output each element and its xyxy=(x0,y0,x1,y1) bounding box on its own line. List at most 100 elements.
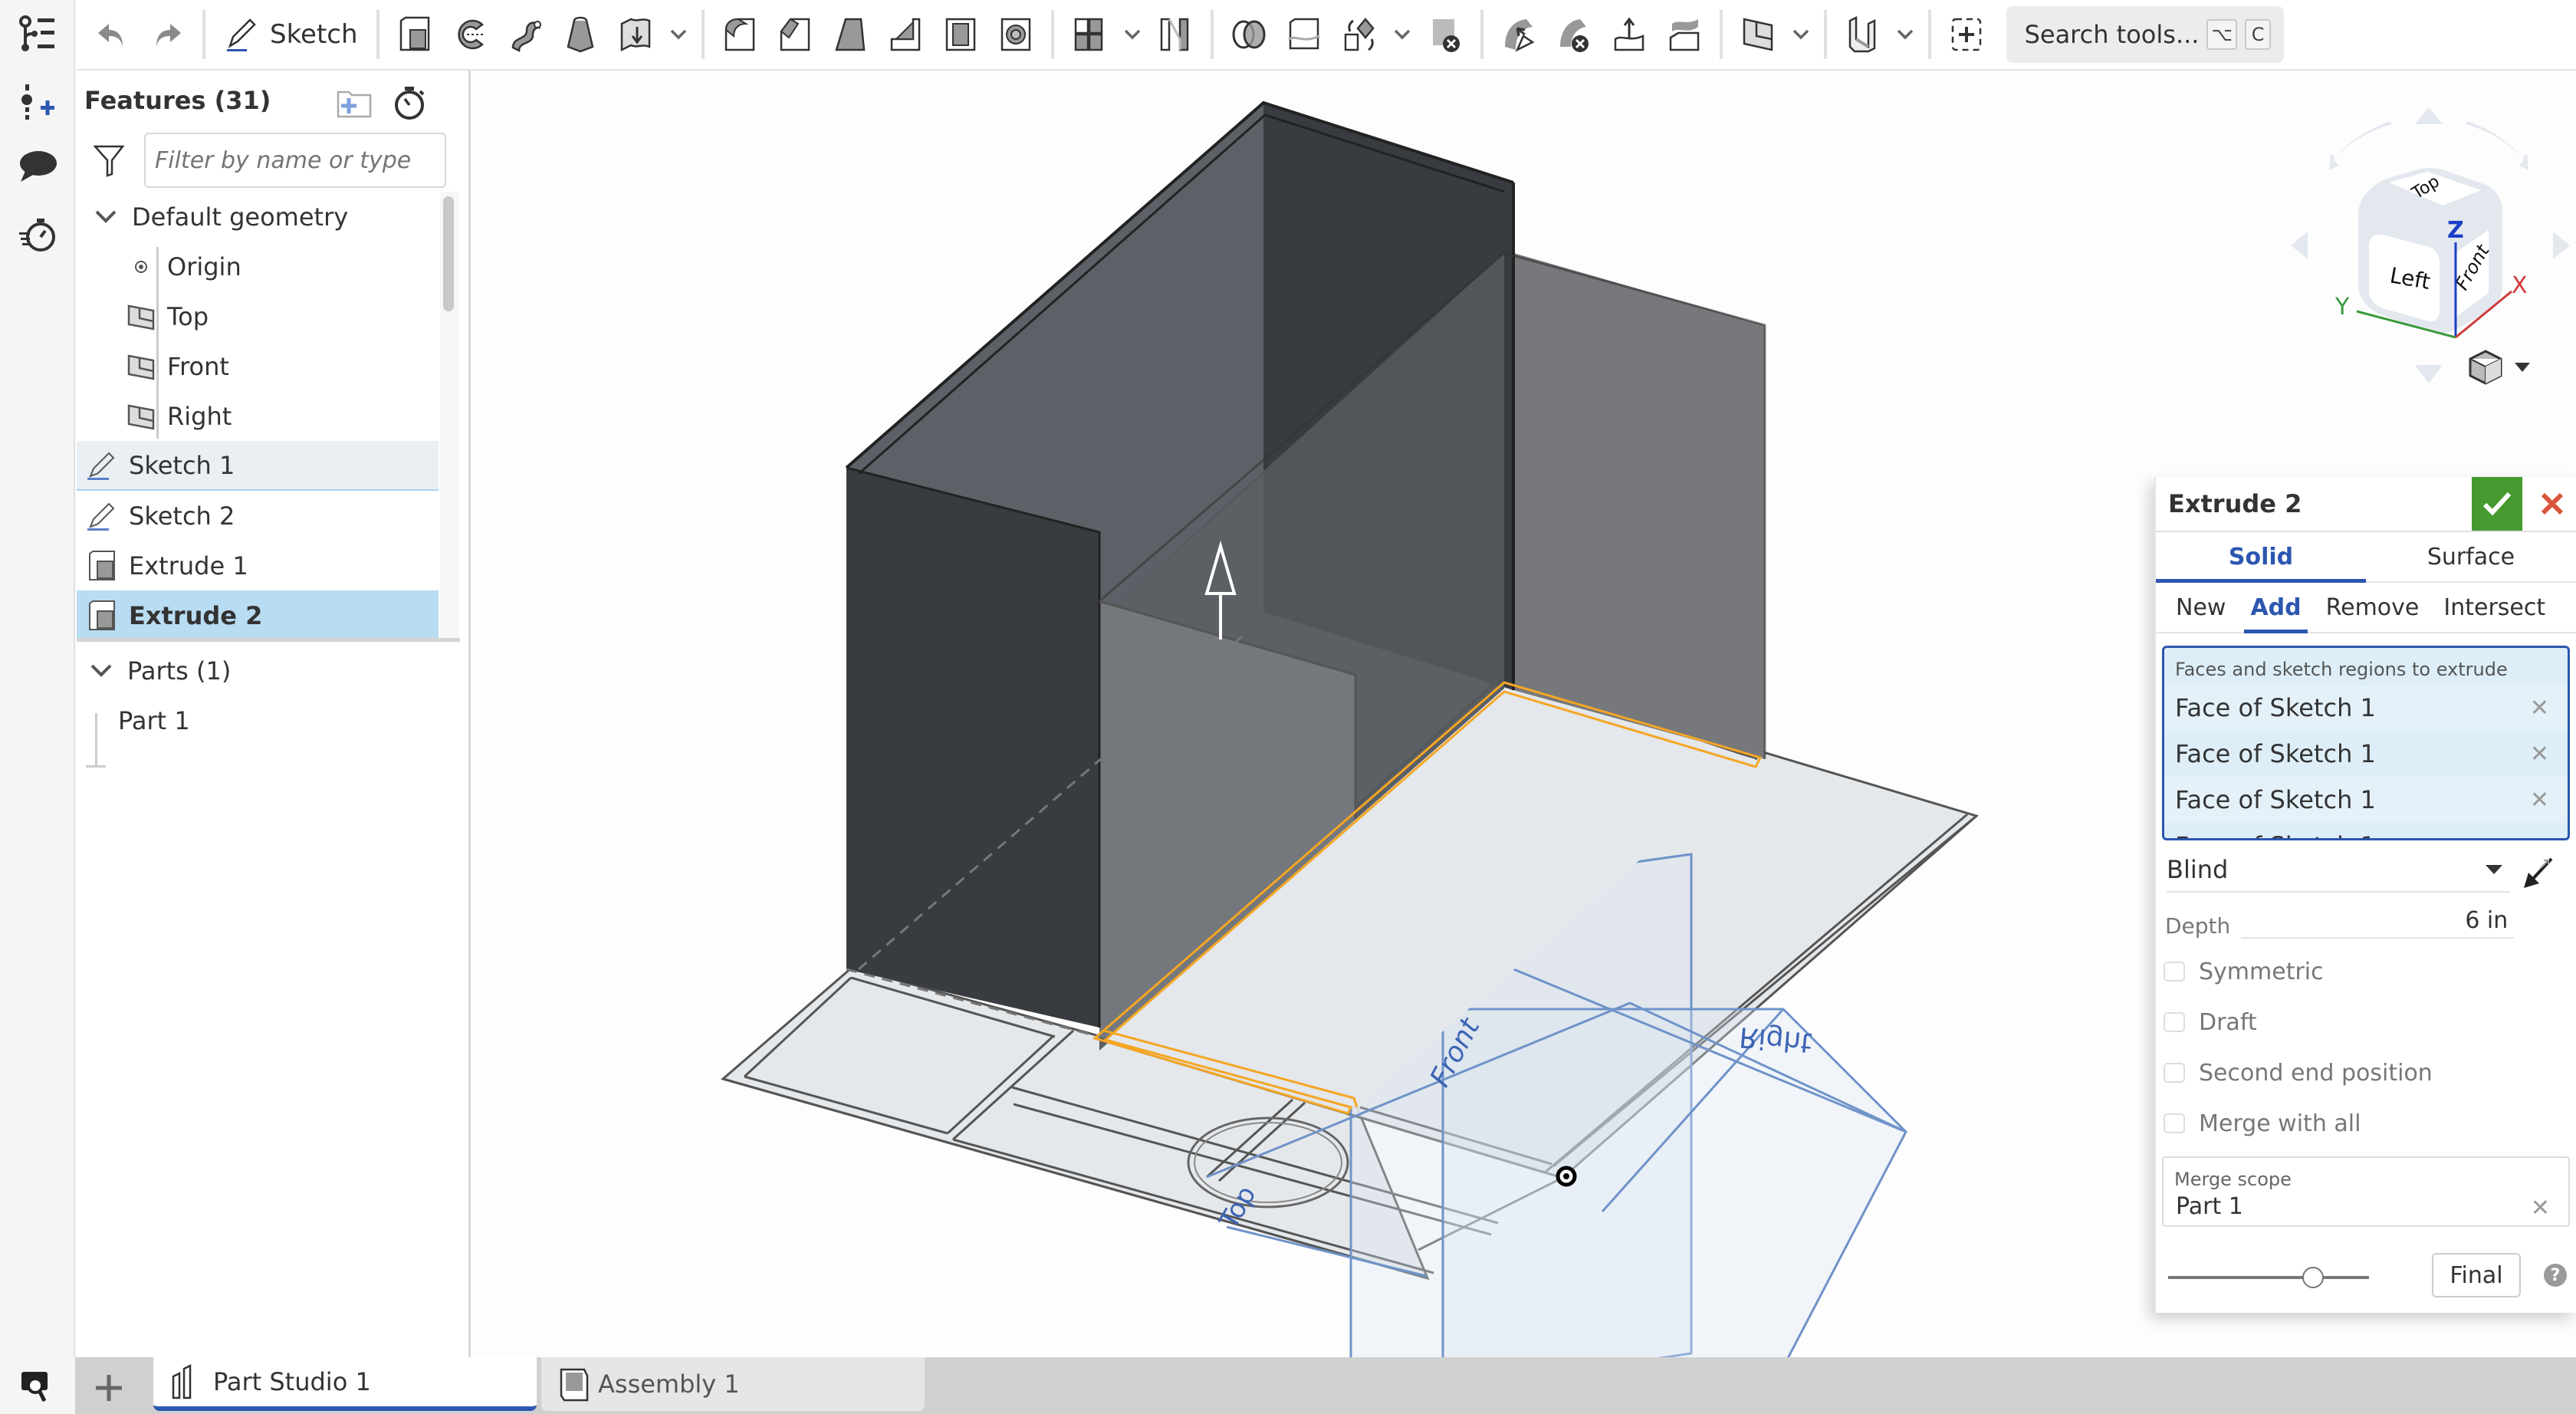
feature-item-sketch-1[interactable]: Sketch 1 xyxy=(77,441,439,491)
shell-tool-button[interactable] xyxy=(933,8,988,61)
tab-new[interactable]: New xyxy=(2164,583,2238,632)
part-item[interactable]: Part 1 xyxy=(77,695,460,745)
second-end-option[interactable]: Second end position xyxy=(2156,1047,2576,1098)
tab-remove[interactable]: Remove xyxy=(2314,583,2432,632)
mirror-tool-button[interactable] xyxy=(1148,8,1203,61)
tab-intersect[interactable]: Intersect xyxy=(2431,583,2558,632)
document-tab-bar: Part Studio 1 Assembly 1 xyxy=(0,1357,2576,1414)
feature-item-extrude-2[interactable]: Extrude 2 xyxy=(77,590,439,638)
sheet-metal-tool-button[interactable] xyxy=(1835,8,1890,61)
sheet-metal-dropdown[interactable] xyxy=(1890,8,1921,61)
comments-icon[interactable] xyxy=(15,144,60,189)
render-mode-dropdown[interactable] xyxy=(2467,350,2530,385)
performance-timer-icon[interactable] xyxy=(15,212,60,256)
chevron-down-icon[interactable] xyxy=(83,653,120,689)
tab-add[interactable]: Add xyxy=(2238,583,2313,633)
thicken-tool-button[interactable] xyxy=(608,8,663,61)
sweep-tool-button[interactable] xyxy=(498,8,553,61)
tab-solid[interactable]: Solid xyxy=(2156,532,2366,583)
symmetric-option[interactable]: Symmetric xyxy=(2156,946,2576,997)
default-geometry-group[interactable]: Default geometry xyxy=(77,192,439,242)
rollback-slider-handle[interactable] xyxy=(2302,1267,2324,1288)
selection-item[interactable]: Face of Sketch 1 ✕ xyxy=(2164,731,2568,777)
loft-tool-button[interactable] xyxy=(553,8,608,61)
filter-input[interactable] xyxy=(144,133,446,188)
redo-button[interactable] xyxy=(140,8,195,61)
panel-resize-divider[interactable] xyxy=(77,638,460,642)
filter-icon[interactable] xyxy=(94,143,124,177)
draft-checkbox[interactable] xyxy=(2164,1012,2185,1032)
add-tab-button[interactable] xyxy=(87,1366,130,1409)
feature-tree-scrollbar-thumb[interactable] xyxy=(443,196,454,311)
plane-dropdown[interactable] xyxy=(1786,8,1816,61)
add-custom-feature-button[interactable] xyxy=(1939,8,1994,61)
depth-input[interactable] xyxy=(2241,903,2515,939)
help-icon[interactable]: ? xyxy=(2544,1264,2567,1287)
extrude-tool-button[interactable] xyxy=(387,8,442,61)
search-tools-button[interactable]: Search tools... ⌥ C xyxy=(2006,6,2284,63)
boolean-tool-button[interactable] xyxy=(1221,8,1276,61)
replace-face-tool-button[interactable] xyxy=(1657,8,1712,61)
cancel-button[interactable] xyxy=(2527,477,2576,531)
chamfer-tool-button[interactable] xyxy=(767,8,823,61)
plane-tool-button[interactable] xyxy=(1730,8,1786,61)
parts-group[interactable]: Parts (1) xyxy=(77,646,460,695)
fillet-tool-button[interactable] xyxy=(712,8,767,61)
merge-with-all-option[interactable]: Merge with all xyxy=(2156,1098,2576,1149)
move-face-tool-button[interactable] xyxy=(1602,8,1657,61)
tab-part-studio-1[interactable]: Part Studio 1 xyxy=(153,1357,537,1411)
remove-merge-scope-icon[interactable]: ✕ xyxy=(2531,1195,2550,1222)
tree-item-front-plane[interactable]: Front xyxy=(77,341,439,391)
end-type-select[interactable]: Blind xyxy=(2167,848,2510,893)
pattern-tool-button[interactable] xyxy=(1062,8,1117,61)
more-tools-dropdown[interactable] xyxy=(663,8,694,61)
delete-face-tool-button[interactable] xyxy=(1546,8,1602,61)
orientation-cube[interactable]: Top Left Front xyxy=(2358,168,2502,334)
transform-tool-button[interactable] xyxy=(1332,8,1387,61)
add-folder-icon[interactable] xyxy=(336,84,373,121)
rollback-slider[interactable] xyxy=(2168,1276,2369,1279)
rib-tool-button[interactable] xyxy=(878,8,933,61)
assembly-icon xyxy=(560,1368,589,1402)
search-tabs-button[interactable] xyxy=(17,1368,55,1406)
insert-feature-icon[interactable] xyxy=(15,80,60,124)
remove-selection-icon[interactable]: ✕ xyxy=(2530,695,2549,722)
tree-item-top-plane[interactable]: Top xyxy=(77,291,439,341)
mirror-icon xyxy=(1160,18,1188,51)
feature-item-sketch-2[interactable]: Sketch 2 xyxy=(77,491,439,541)
tab-assembly-1[interactable]: Assembly 1 xyxy=(541,1357,925,1411)
transform-dropdown[interactable] xyxy=(1387,8,1418,61)
tree-item-right-plane[interactable]: Right xyxy=(77,391,439,441)
feature-item-extrude-1[interactable]: Extrude 1 xyxy=(77,541,439,590)
draft-option[interactable]: Draft xyxy=(2156,997,2576,1047)
faces-selection-box[interactable]: Faces and sketch regions to extrude Face… xyxy=(2162,646,2570,840)
chevron-down-icon[interactable] xyxy=(87,199,124,235)
merge-scope-box[interactable]: Merge scope Part 1 ✕ xyxy=(2162,1156,2570,1227)
remove-selection-icon[interactable]: ✕ xyxy=(2530,833,2549,839)
split-tool-button[interactable] xyxy=(1276,8,1332,61)
tab-surface[interactable]: Surface xyxy=(2366,532,2576,581)
tree-item-origin[interactable]: Origin xyxy=(77,242,439,291)
remove-selection-icon[interactable]: ✕ xyxy=(2530,787,2549,814)
accept-button[interactable] xyxy=(2472,477,2522,531)
remove-selection-icon[interactable]: ✕ xyxy=(2530,741,2549,768)
symmetric-checkbox[interactable] xyxy=(2164,962,2185,982)
revolve-tool-button[interactable] xyxy=(442,8,498,61)
sketch-button[interactable]: Sketch xyxy=(213,8,369,61)
revolve-icon xyxy=(457,19,485,50)
pattern-dropdown[interactable] xyxy=(1117,8,1148,61)
hole-tool-button[interactable] xyxy=(988,8,1043,61)
flip-direction-button[interactable] xyxy=(2516,851,2562,894)
undo-button[interactable] xyxy=(84,8,140,61)
selection-item[interactable]: Face of Sketch 1 ✕ xyxy=(2164,823,2568,839)
modify-fillet-tool-button[interactable] xyxy=(1491,8,1546,61)
rollback-timer-icon[interactable] xyxy=(391,84,428,121)
final-button[interactable]: Final xyxy=(2432,1253,2521,1297)
selection-item[interactable]: Face of Sketch 1 ✕ xyxy=(2164,777,2568,823)
second-end-checkbox[interactable] xyxy=(2164,1063,2185,1083)
merge-with-all-checkbox[interactable] xyxy=(2164,1113,2185,1133)
selection-item[interactable]: Face of Sketch 1 ✕ xyxy=(2164,685,2568,731)
feature-list-toggle-icon[interactable] xyxy=(15,12,60,57)
draft-tool-button[interactable] xyxy=(823,8,878,61)
delete-part-tool-button[interactable] xyxy=(1418,8,1473,61)
